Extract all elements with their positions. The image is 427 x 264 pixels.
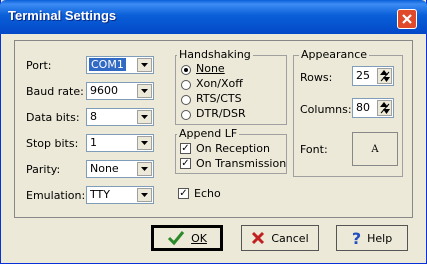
baud-rate-select[interactable]: 9600 [86, 82, 154, 100]
handshaking-title: Handshaking [177, 48, 253, 61]
port-value: COM1 [89, 58, 126, 71]
font-button[interactable]: A [352, 132, 398, 166]
handshaking-dtr-dsr-radio[interactable] [181, 110, 191, 120]
stop-bits-value: 1 [90, 136, 97, 149]
font-button-label: A [371, 143, 379, 155]
spin-arrows-icon[interactable] [377, 68, 392, 84]
chevron-down-icon[interactable] [137, 136, 152, 150]
stop-bits-label: Stop bits: [26, 137, 79, 150]
stop-bits-select[interactable]: 1 [86, 134, 154, 152]
handshaking-rts-cts-label: RTS/CTS [196, 92, 242, 105]
baud-rate-label: Baud rate: [26, 85, 84, 98]
echo-checkbox[interactable]: ✓ [178, 188, 189, 199]
data-bits-label: Data bits: [26, 111, 80, 124]
font-label: Font: [300, 143, 328, 156]
handshaking-rts-cts-radio[interactable] [181, 95, 191, 105]
cancel-label: Cancel [271, 231, 309, 245]
rows-stepper[interactable]: 25 [352, 66, 394, 86]
close-icon [402, 14, 412, 24]
chevron-down-icon[interactable] [137, 188, 152, 202]
on-transmission-checkbox[interactable]: ✓ [180, 158, 191, 169]
help-label: Help [367, 231, 393, 245]
checkmark-icon [168, 231, 185, 246]
cancel-button[interactable]: Cancel [241, 225, 319, 251]
on-reception-label: On Reception [196, 142, 270, 155]
baud-rate-value: 9600 [90, 84, 118, 97]
on-transmission-label: On Transmission [196, 157, 287, 170]
parity-label: Parity: [26, 163, 61, 176]
rows-label: Rows: [300, 71, 333, 84]
data-bits-select[interactable]: 8 [86, 108, 154, 126]
x-icon [252, 231, 265, 245]
handshaking-dtr-dsr-label: DTR/DSR [196, 107, 246, 120]
data-bits-value: 8 [90, 110, 97, 123]
columns-label: Columns: [300, 103, 352, 116]
ok-label: OK [191, 231, 207, 245]
chevron-down-icon[interactable] [137, 58, 152, 72]
columns-stepper[interactable]: 80 [352, 98, 394, 118]
rows-value: 25 [356, 69, 370, 82]
chevron-down-icon[interactable] [137, 84, 152, 98]
chevron-down-icon[interactable] [137, 110, 152, 124]
parity-select[interactable]: None [86, 160, 154, 178]
spin-arrows-icon[interactable] [377, 100, 392, 116]
parity-value: None [90, 162, 119, 175]
port-label: Port: [26, 59, 52, 72]
append-lf-title: Append LF [177, 127, 240, 140]
handshaking-xon-xoff-label: Xon/Xoff [196, 77, 243, 90]
columns-value: 80 [356, 101, 370, 114]
on-reception-checkbox[interactable]: ✓ [180, 143, 191, 154]
handshaking-none-radio[interactable] [181, 65, 191, 75]
port-select[interactable]: COM1 [86, 56, 154, 74]
echo-label: Echo [194, 187, 221, 200]
appearance-title: Appearance [299, 48, 370, 61]
chevron-down-icon[interactable] [137, 162, 152, 176]
question-mark-icon: ? [351, 228, 362, 248]
emulation-select[interactable]: TTY [86, 186, 154, 204]
handshaking-xon-xoff-radio[interactable] [181, 80, 191, 90]
emulation-value: TTY [90, 188, 110, 201]
help-button[interactable]: ? Help [336, 225, 408, 251]
ok-button[interactable]: OK [151, 225, 223, 251]
handshaking-none-label: None [196, 62, 225, 75]
dialog-title: Terminal Settings [8, 8, 117, 23]
emulation-label: Emulation: [26, 189, 86, 202]
close-button[interactable] [397, 9, 417, 29]
